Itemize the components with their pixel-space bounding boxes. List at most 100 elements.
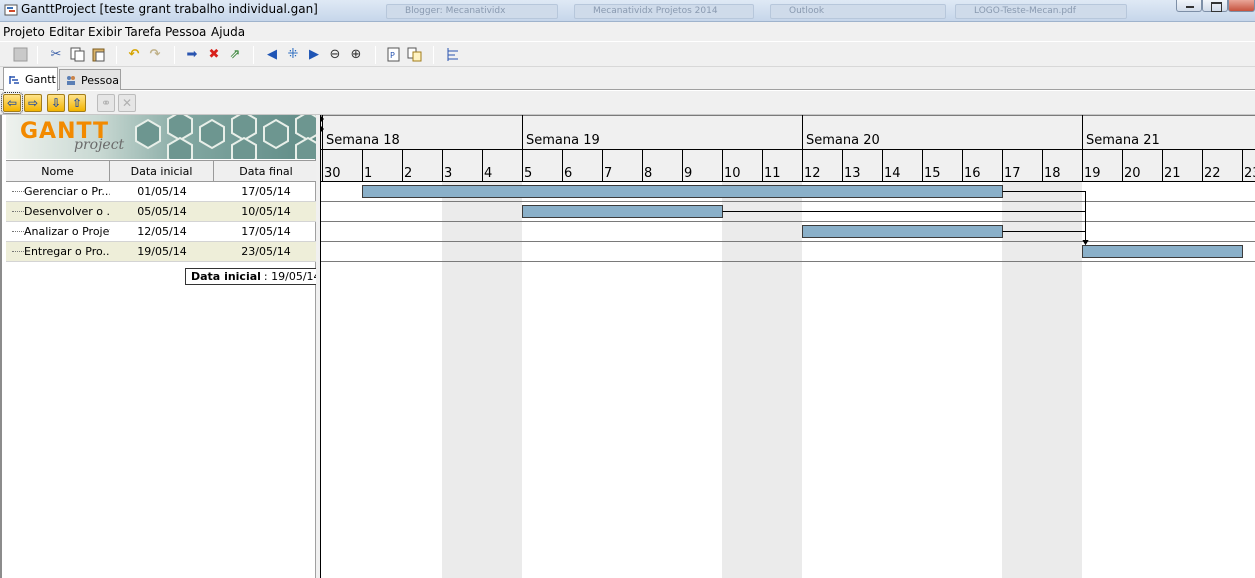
- background-window-tab[interactable]: Blogger: Mecanatividx: [386, 4, 558, 19]
- day-label: 12: [804, 166, 821, 181]
- title-bar: GanttProject [teste grant trabalho indiv…: [0, 0, 1255, 22]
- gantt-icon: [8, 74, 21, 85]
- move-up-icon[interactable]: ⇧: [68, 94, 86, 112]
- task-bar: [1082, 245, 1243, 258]
- svg-text:P: P: [390, 51, 395, 60]
- unlink-icon[interactable]: ✕: [118, 94, 136, 112]
- menu-editar[interactable]: Editar: [49, 25, 85, 39]
- task-end: 23/05/14: [241, 245, 291, 258]
- day-label: 19: [1084, 166, 1101, 181]
- task-end: 17/05/14: [241, 185, 291, 198]
- logo-hex-pattern: [135, 115, 318, 159]
- day-label: 7: [604, 166, 612, 181]
- column-header-data-inicial[interactable]: Data inicial: [110, 161, 214, 182]
- main-toolbar: ✂ ↶ ↷ ➡ ✖ ⇗ ◀ ⁜ ▶ ⊖ ⊕ P: [0, 41, 1255, 67]
- day-label: 5: [524, 166, 532, 181]
- table-row[interactable]: Analizar o Projeto 12/05/14 17/05/14: [6, 222, 318, 242]
- minimize-button[interactable]: [1176, 0, 1202, 12]
- background-window-tab[interactable]: LOGO-Teste-Mecan.pdf: [955, 4, 1127, 19]
- day-label: 20: [1124, 166, 1141, 181]
- column-header-data-final[interactable]: Data final: [214, 161, 318, 182]
- undo-icon[interactable]: ↶: [125, 46, 143, 63]
- day-label: 15: [924, 166, 941, 181]
- redo-icon[interactable]: ↷: [146, 46, 164, 63]
- menu-exibir[interactable]: Exibir: [88, 25, 122, 39]
- column-header-nome[interactable]: Nome: [6, 161, 110, 182]
- day-label: 9: [684, 166, 692, 181]
- fit-icon[interactable]: ⁜: [284, 46, 302, 63]
- indent-icon[interactable]: ⇨: [24, 94, 42, 112]
- day-label: 18: [1044, 166, 1061, 181]
- cut-icon[interactable]: ✂: [47, 46, 65, 63]
- scroll-right-icon[interactable]: ▶: [305, 46, 323, 63]
- baseline-icon[interactable]: [443, 46, 461, 63]
- date-tooltip: Data inicial : 19/05/14: [185, 268, 327, 285]
- task-name: Analizar o Projeto: [6, 222, 110, 241]
- menu-tarefa[interactable]: Tarefa: [125, 25, 161, 39]
- tab-pessoa[interactable]: Pessoa: [59, 69, 121, 90]
- table-row[interactable]: Desenvolver o ... 05/05/14 10/05/14: [6, 202, 318, 222]
- tab-gantt-label: Gantt: [25, 73, 56, 86]
- day-label: 8: [644, 166, 652, 181]
- critical-path-icon[interactable]: [405, 46, 423, 63]
- day-label: 22: [1204, 166, 1221, 181]
- properties-icon[interactable]: ⇗: [226, 46, 244, 63]
- task-bar: [522, 205, 723, 218]
- tab-gantt[interactable]: Gantt: [3, 67, 58, 91]
- background-window-tab[interactable]: Mecanatividx Projetos 2014: [574, 4, 754, 19]
- resource-icon[interactable]: P: [384, 46, 402, 63]
- maximize-button[interactable]: [1202, 0, 1228, 12]
- scroll-left-icon[interactable]: ◀: [263, 46, 281, 63]
- app-icon: [4, 4, 18, 16]
- gantt-chart-area[interactable]: Semana 18 Semana 19 Semana 20 Semana 21 30 1 2…: [320, 115, 1255, 578]
- day-label: 1: [364, 166, 372, 181]
- task-name: Desenvolver o ...: [6, 202, 110, 221]
- task-start: 05/05/14: [137, 205, 187, 218]
- day-label: 3: [444, 166, 452, 181]
- outdent-icon[interactable]: ⇦: [1, 92, 23, 114]
- task-start: 19/05/14: [137, 245, 187, 258]
- week-label: Semana 19: [526, 133, 600, 148]
- table-header: Nome Data inicial Data final: [6, 160, 318, 182]
- week-label: Semana 21: [1086, 133, 1160, 148]
- table-row[interactable]: Entregar o Pro... 19/05/14 23/05/14: [6, 242, 318, 262]
- day-label: 2: [404, 166, 412, 181]
- paste-icon[interactable]: [89, 46, 107, 63]
- day-label: 13: [844, 166, 861, 181]
- link-icon[interactable]: ⚭: [97, 94, 115, 112]
- gantt-chart-svg[interactable]: Semana 18 Semana 19 Semana 20 Semana 2130 1 2…: [320, 115, 1255, 578]
- indent-icon[interactable]: ➡: [183, 46, 201, 63]
- day-label: 23: [1244, 166, 1255, 181]
- day-label: 16: [964, 166, 981, 181]
- move-down-icon[interactable]: ⇩: [47, 94, 65, 112]
- task-toolbar: ⇦ ⇨ ⇩ ⇧ ⚭ ✕: [0, 91, 1255, 115]
- task-end: 17/05/14: [241, 225, 291, 238]
- day-header-row: [320, 150, 1255, 181]
- menu-projeto[interactable]: Projeto: [3, 25, 45, 39]
- background-window-tab[interactable]: Outlook: [770, 4, 946, 19]
- day-label: 30: [324, 166, 341, 181]
- copy-icon[interactable]: [68, 46, 86, 63]
- ganttproject-logo: GANTT project: [6, 115, 318, 159]
- logo-subtitle: project: [74, 137, 125, 153]
- task-end: 10/05/14: [241, 205, 291, 218]
- tooltip-label: Data inicial: [191, 270, 261, 283]
- task-table-panel: GANTT project Nome Data inicial Data fin…: [0, 115, 318, 578]
- menu-bar: Projeto Editar Exibir Tarefa Pessoa Ajud…: [0, 22, 1255, 41]
- day-label: 14: [884, 166, 901, 181]
- week-label: Semana 18: [326, 133, 400, 148]
- zoom-out-icon[interactable]: ⊖: [326, 46, 344, 63]
- save-icon[interactable]: [11, 46, 29, 63]
- tooltip-value: : 19/05/14: [263, 270, 321, 283]
- menu-pessoa[interactable]: Pessoa: [165, 25, 206, 39]
- close-button[interactable]: [1228, 0, 1255, 12]
- delete-icon[interactable]: ✖: [205, 46, 223, 63]
- menu-ajuda[interactable]: Ajuda: [211, 25, 245, 39]
- window-title: GanttProject [teste grant trabalho indiv…: [21, 2, 318, 16]
- table-row[interactable]: Gerenciar o Pr... 01/05/14 17/05/14: [6, 182, 318, 202]
- zoom-in-icon[interactable]: ⊕: [347, 46, 365, 63]
- tab-pessoa-label: Pessoa: [81, 73, 119, 87]
- day-label: 4: [484, 166, 492, 181]
- week-label: Semana 20: [806, 133, 880, 148]
- task-bar: [802, 225, 1003, 238]
